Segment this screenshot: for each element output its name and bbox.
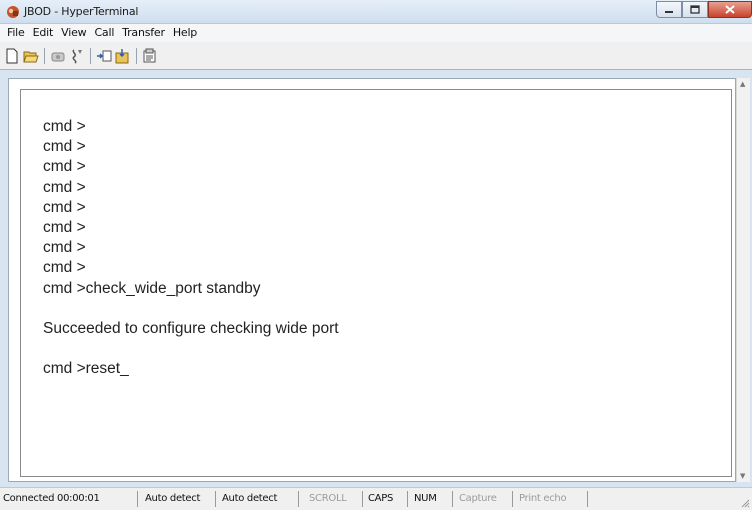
resize-grip-icon[interactable] <box>740 498 750 508</box>
status-connected: Connected 00:00:01 <box>0 491 138 507</box>
scroll-down-icon[interactable]: ▼ <box>740 472 745 480</box>
menu-transfer[interactable]: Transfer <box>118 24 169 42</box>
terminal-line: cmd > <box>43 239 86 257</box>
terminal-line: cmd > <box>43 118 86 135</box>
menu-call[interactable]: Call <box>90 24 118 42</box>
scroll-up-icon[interactable]: ▲ <box>740 80 745 88</box>
toolbar <box>0 42 752 70</box>
open-icon[interactable] <box>23 48 39 64</box>
terminal-line: cmd >check_wide_port standby <box>43 279 261 297</box>
hyperterminal-icon <box>7 6 19 18</box>
vertical-scrollbar[interactable]: ▲ ▼ <box>736 78 750 482</box>
toolbar-separator <box>136 47 137 64</box>
toolbar-separator <box>90 47 91 64</box>
maximize-icon <box>690 5 700 14</box>
menu-bar: File Edit View Call Transfer Help <box>0 24 752 42</box>
terminal-line: cmd > <box>43 259 86 277</box>
window-title: JBOD - HyperTerminal <box>24 5 139 18</box>
menu-help[interactable]: Help <box>169 24 201 42</box>
new-icon[interactable] <box>4 48 20 64</box>
toolbar-separator <box>44 47 45 64</box>
status-scroll: SCROLL <box>305 491 363 507</box>
maximize-button[interactable] <box>682 1 708 18</box>
status-settings: Auto detect <box>219 491 299 507</box>
terminal-line: cmd > <box>43 198 86 216</box>
status-caps: CAPS <box>365 491 408 507</box>
send-icon[interactable] <box>96 48 112 64</box>
menu-view[interactable]: View <box>57 24 90 42</box>
title-bar[interactable]: JBOD - HyperTerminal <box>0 0 752 24</box>
properties-icon[interactable] <box>142 48 158 64</box>
terminal-line: cmd > <box>43 158 86 176</box>
menu-edit[interactable]: Edit <box>29 24 58 42</box>
minimize-icon <box>665 10 673 13</box>
disconnect-icon[interactable] <box>69 48 85 64</box>
terminal-line: Succeeded to configure checking wide por… <box>43 319 339 337</box>
close-icon <box>725 5 735 14</box>
minimize-button[interactable] <box>656 1 682 18</box>
status-num: NUM <box>411 491 453 507</box>
receive-icon[interactable] <box>115 48 131 64</box>
terminal-line: cmd > <box>43 178 86 196</box>
status-emulation: Auto detect <box>142 491 216 507</box>
status-bar: Connected 00:00:01 Auto detect Auto dete… <box>0 487 752 510</box>
status-capture: Capture <box>456 491 513 507</box>
terminal-line: cmd >reset_ <box>43 360 129 378</box>
menu-file[interactable]: File <box>3 24 29 42</box>
terminal-output: cmd > cmd > cmd > cmd > cmd > cmd > cmd … <box>43 117 723 379</box>
terminal-line: cmd > <box>43 138 86 156</box>
connect-icon[interactable] <box>50 48 66 64</box>
status-print-echo: Print echo <box>516 491 588 507</box>
terminal-line: cmd > <box>43 218 86 236</box>
close-button[interactable] <box>708 1 752 18</box>
